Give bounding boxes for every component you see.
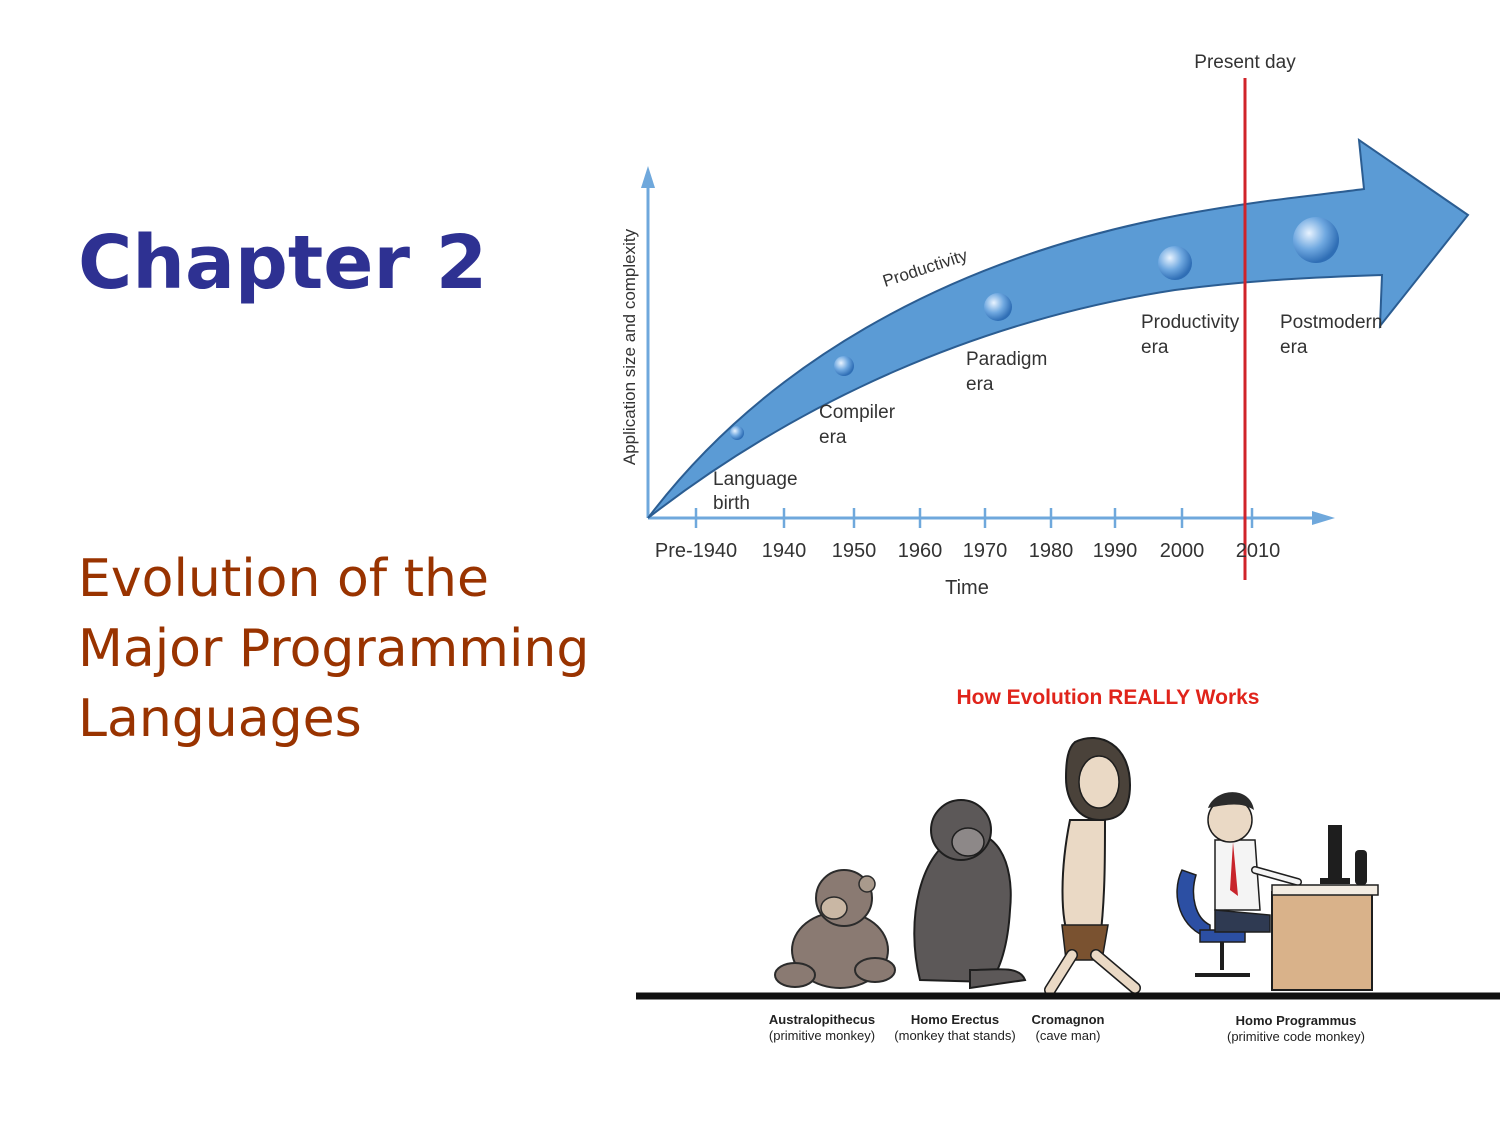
caption-cromagnon-desc: (cave man)	[1035, 1028, 1100, 1043]
tick-label: 1980	[1029, 540, 1074, 562]
era-paradigm-line2: era	[966, 374, 994, 395]
era-postmodern-line1: Postmodern	[1280, 312, 1382, 333]
language-evolution-timeline: Present day Productivity Application siz…	[620, 52, 1470, 599]
caption-homo-erectus-desc: (monkey that stands)	[894, 1028, 1015, 1043]
bubble-productivity-era	[1158, 246, 1192, 280]
bubble-paradigm-era	[984, 293, 1012, 321]
cromagnon-figure	[1044, 737, 1141, 996]
tick-label: 2010	[1236, 540, 1281, 562]
x-axis-label: Time	[945, 577, 989, 599]
era-compiler-line2: era	[819, 427, 847, 448]
era-productivity-line2: era	[1141, 337, 1169, 358]
y-axis-arrowhead	[641, 166, 655, 188]
bubble-compiler-era	[834, 356, 854, 376]
tick-label: 1970	[963, 540, 1008, 562]
tick-label: 1940	[762, 540, 807, 562]
era-paradigm-line1: Paradigm	[966, 349, 1047, 370]
bubble-postmodern-era	[1293, 217, 1339, 263]
caption-australopithecus-desc: (primitive monkey)	[769, 1028, 875, 1043]
x-axis-arrowhead	[1312, 511, 1335, 525]
evolution-cartoon: How Evolution REALLY Works Australopithe…	[636, 686, 1500, 1044]
caption-homo-programmus-desc: (primitive code monkey)	[1227, 1029, 1365, 1044]
era-postmodern-line2: era	[1280, 337, 1308, 358]
subtitle-line-3: Languages	[78, 689, 362, 749]
subtitle-line-2: Major Programming	[78, 619, 590, 679]
tick-label: 1960	[898, 540, 943, 562]
caption-australopithecus: Australopithecus	[769, 1012, 875, 1027]
caption-cromagnon: Cromagnon	[1032, 1012, 1105, 1027]
tick-label: 1950	[832, 540, 877, 562]
y-axis-label: Application size and complexity	[620, 228, 639, 465]
tick-label: Pre-1940	[655, 540, 737, 562]
era-language-line1: Language	[713, 469, 798, 490]
era-compiler-line1: Compiler	[819, 402, 896, 423]
era-language-line2: birth	[713, 493, 750, 514]
caption-homo-erectus: Homo Erectus	[911, 1012, 999, 1027]
australopithecus-figure	[774, 869, 896, 989]
homo-programmus-figure	[1176, 792, 1379, 991]
slide-title: Chapter 2	[78, 220, 488, 306]
homo-erectus-figure	[913, 799, 1027, 990]
era-productivity-line1: Productivity	[1141, 312, 1240, 333]
bubble-language-birth	[730, 426, 744, 440]
slide-subtitle: Evolution of the Major Programming Langu…	[78, 544, 589, 754]
tick-label: 2000	[1160, 540, 1205, 562]
subtitle-line-1: Evolution of the	[78, 549, 489, 609]
cartoon-title: How Evolution REALLY Works	[957, 686, 1260, 709]
present-day-label: Present day	[1194, 52, 1296, 73]
tick-label: 1990	[1093, 540, 1138, 562]
caption-homo-programmus: Homo Programmus	[1236, 1013, 1357, 1028]
